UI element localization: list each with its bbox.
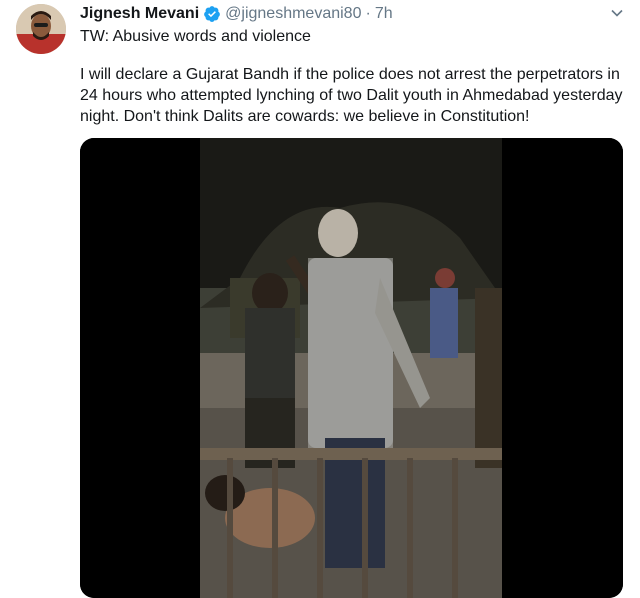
tweet-video[interactable]: [80, 138, 623, 598]
handle[interactable]: @jigneshmevani80: [225, 5, 361, 23]
tweet-text: I will declare a Gujarat Bandh if the po…: [80, 66, 623, 125]
avatar[interactable]: [16, 4, 66, 54]
content-warning: TW: Abusive words and violence: [80, 28, 311, 45]
separator-dot: ·: [365, 5, 371, 22]
avatar-image: [16, 4, 66, 54]
tweet-header: Jignesh Mevani @jigneshmevani80 · 7h: [80, 4, 393, 24]
verified-badge-icon: [204, 6, 221, 22]
chevron-down-icon[interactable]: [610, 6, 624, 20]
video-frame: [80, 138, 623, 598]
timestamp[interactable]: 7h: [375, 5, 393, 23]
display-name[interactable]: Jignesh Mevani: [80, 5, 199, 23]
tweet[interactable]: Jignesh Mevani @jigneshmevani80 · 7h TW:…: [0, 0, 640, 598]
